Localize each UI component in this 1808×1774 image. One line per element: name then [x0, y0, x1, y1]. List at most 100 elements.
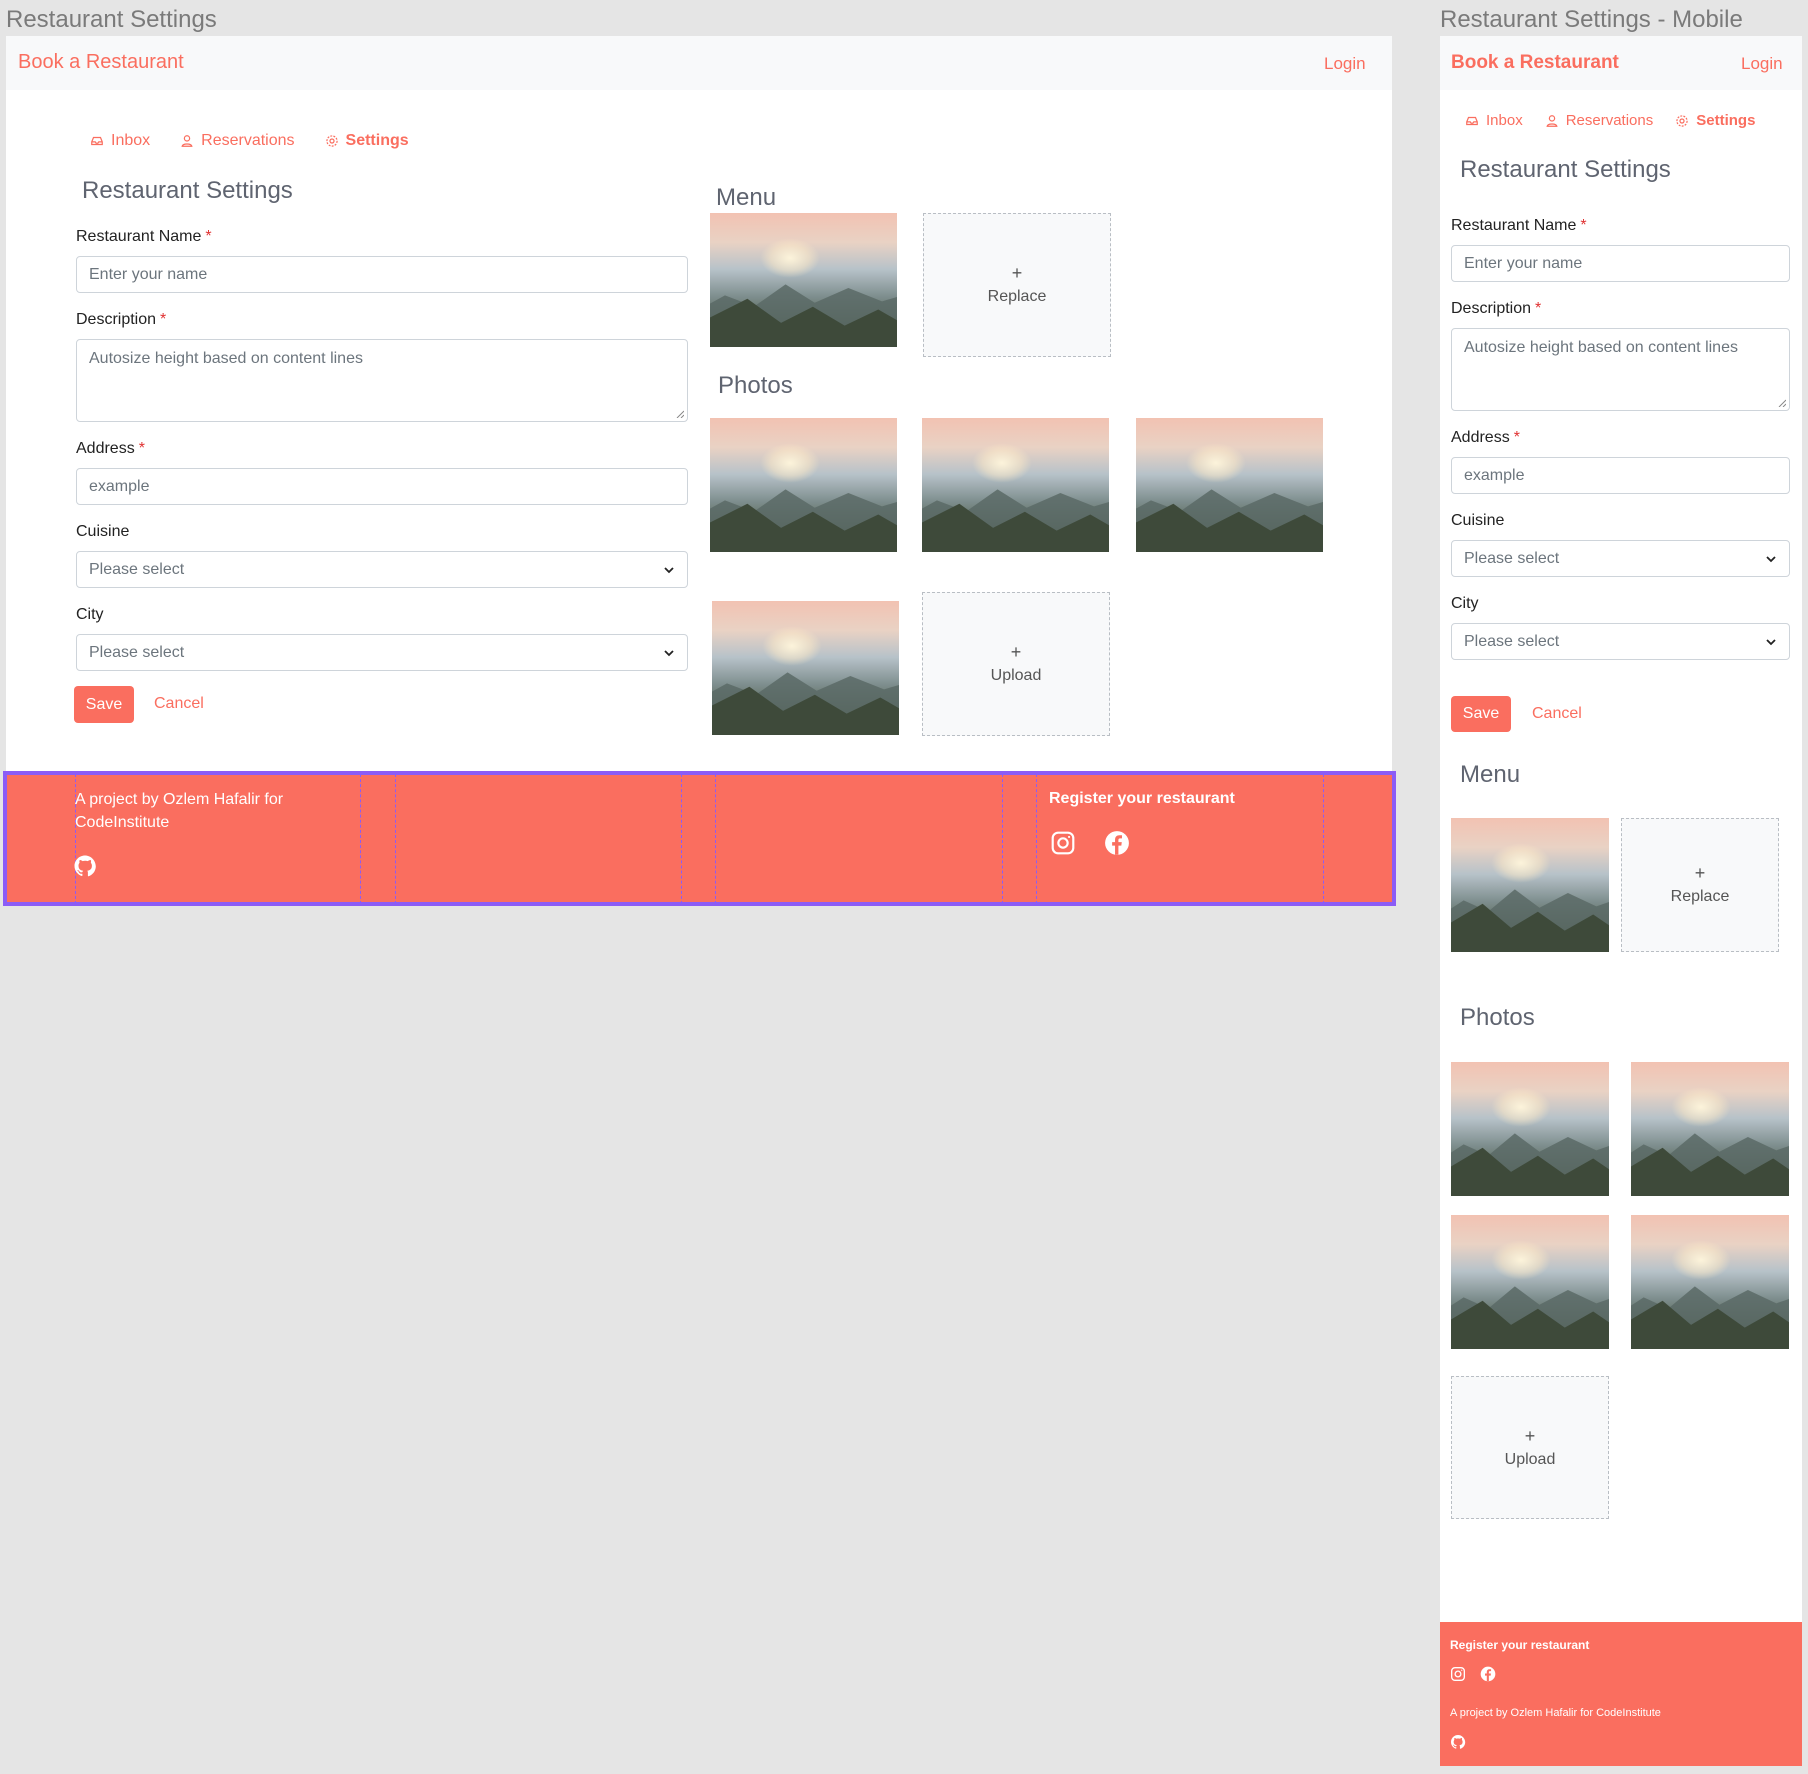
grid-guide — [1323, 774, 1324, 904]
cuisine-select[interactable]: Please select — [76, 551, 688, 588]
tab-settings[interactable]: Settings — [325, 132, 409, 150]
mobile-footer-project-text: A project by Ozlem Hafalir for CodeInsti… — [1450, 1707, 1661, 1719]
mobile-replace-label: Replace — [1670, 888, 1730, 905]
menu-image[interactable] — [710, 213, 897, 347]
desktop-frame: Book a Restaurant Login Inbox Reservatio… — [6, 36, 1392, 904]
description-placeholder: Autosize height based on content lines — [89, 350, 363, 367]
mobile-address-input[interactable]: example — [1451, 457, 1790, 494]
mobile-address-label: Address * — [1451, 429, 1520, 447]
mobile-cuisine-select[interactable]: Please select — [1451, 540, 1790, 577]
required-mark: * — [1535, 300, 1542, 317]
brand-link[interactable]: Book a Restaurant — [18, 51, 184, 74]
required-mark: * — [160, 311, 167, 328]
user-icon — [181, 135, 193, 147]
register-restaurant-link[interactable]: Register your restaurant — [1049, 790, 1235, 808]
mobile-tab-inbox[interactable]: Inbox — [1465, 112, 1523, 129]
mobile-photo-thumbnail[interactable] — [1451, 1215, 1609, 1349]
facebook-icon[interactable] — [1480, 1666, 1496, 1682]
grid-guide — [395, 774, 396, 904]
tab-reservations[interactable]: Reservations — [180, 132, 295, 150]
photo-thumbnail[interactable] — [1136, 418, 1323, 552]
mobile-restaurant-name-label-text: Restaurant Name — [1451, 217, 1577, 234]
mobile-menu-image[interactable] — [1451, 818, 1609, 952]
mobile-photo-thumbnail[interactable] — [1631, 1215, 1789, 1349]
upload-label: Upload — [990, 667, 1042, 684]
instagram-icon[interactable] — [1450, 1666, 1466, 1682]
city-select-value: Please select — [89, 643, 185, 661]
address-input[interactable]: example — [76, 468, 688, 505]
mobile-save-button[interactable]: Save — [1451, 696, 1511, 732]
mobile-upload-photo-button[interactable]: + Upload — [1451, 1376, 1609, 1519]
mobile-tab-inbox-label: Inbox — [1486, 112, 1523, 129]
github-icon[interactable] — [1450, 1734, 1466, 1750]
plus-icon: + — [1011, 263, 1023, 283]
cuisine-select-value: Please select — [89, 560, 185, 578]
mobile-city-select[interactable]: Please select — [1451, 623, 1790, 660]
cuisine-label: Cuisine — [76, 523, 130, 540]
plus-icon: + — [1524, 1425, 1536, 1446]
mobile-photo-thumbnail[interactable] — [1631, 1062, 1789, 1196]
cancel-button[interactable]: Cancel — [154, 695, 204, 713]
mobile-cuisine-label: Cuisine — [1451, 512, 1505, 529]
mobile-cancel-button[interactable]: Cancel — [1532, 705, 1582, 723]
grid-guide — [1036, 774, 1037, 904]
plus-icon: + — [1010, 642, 1022, 662]
mobile-description-label-text: Description — [1451, 300, 1532, 317]
photo-thumbnail[interactable] — [922, 418, 1109, 552]
mobile-frame: Book a Restaurant Login Inbox Reservatio… — [1440, 36, 1802, 1766]
tab-reservations-label: Reservations — [201, 132, 295, 149]
login-link[interactable]: Login — [1324, 54, 1366, 74]
mobile-cuisine-select-value: Please select — [1464, 549, 1560, 567]
mobile-description-label: Description * — [1451, 300, 1541, 318]
footer-project-text: A project by Ozlem Hafalir for CodeInsti… — [75, 791, 284, 831]
photos-title: Photos — [718, 372, 793, 399]
resize-handle-icon[interactable] — [1778, 399, 1786, 407]
navbar: Book a Restaurant Login — [6, 36, 1392, 90]
github-icon[interactable] — [73, 854, 97, 878]
facebook-icon[interactable] — [1104, 830, 1130, 856]
grid-guide — [681, 774, 682, 904]
mobile-description-textarea[interactable]: Autosize height based on content lines — [1451, 328, 1790, 411]
mobile-restaurant-name-label: Restaurant Name * — [1451, 217, 1587, 235]
mobile-tab-settings-label: Settings — [1696, 112, 1756, 129]
grid-guide — [715, 774, 716, 904]
photo-thumbnail[interactable] — [712, 601, 899, 735]
chevron-down-icon — [664, 650, 674, 657]
photo-thumbnail[interactable] — [710, 418, 897, 552]
chevron-down-icon — [1766, 639, 1776, 646]
city-select[interactable]: Please select — [76, 634, 688, 671]
mobile-city-label: City — [1451, 595, 1479, 612]
mobile-address-placeholder: example — [1464, 466, 1525, 484]
tab-inbox[interactable]: Inbox — [90, 132, 150, 150]
mobile-tab-reservations[interactable]: Reservations — [1545, 112, 1654, 129]
resize-handle-icon[interactable] — [676, 410, 684, 418]
chevron-down-icon — [1766, 556, 1776, 563]
upload-photo-button[interactable]: + Upload — [922, 592, 1110, 736]
mobile-tab-settings[interactable]: Settings — [1675, 112, 1755, 129]
gear-icon — [1676, 114, 1688, 127]
mobile-brand-link[interactable]: Book a Restaurant — [1451, 52, 1619, 74]
inbox-icon — [91, 136, 103, 146]
user-icon — [1546, 114, 1558, 127]
replace-menu-button[interactable]: + Replace — [923, 213, 1111, 357]
mobile-replace-menu-button[interactable]: + Replace — [1621, 818, 1779, 952]
restaurant-name-input[interactable]: Enter your name — [76, 256, 688, 293]
mobile-photo-thumbnail[interactable] — [1451, 1062, 1609, 1196]
description-textarea[interactable]: Autosize height based on content lines — [76, 339, 688, 422]
mobile-restaurant-name-input[interactable]: Enter your name — [1451, 245, 1790, 282]
mobile-login-link[interactable]: Login — [1741, 54, 1783, 74]
mobile-register-restaurant-link[interactable]: Register your restaurant — [1450, 1638, 1589, 1652]
restaurant-name-label: Restaurant Name * — [76, 228, 212, 246]
restaurant-name-label-text: Restaurant Name — [76, 228, 202, 245]
required-mark: * — [205, 228, 212, 245]
address-label: Address * — [76, 440, 145, 458]
instagram-icon[interactable] — [1050, 830, 1076, 856]
save-button[interactable]: Save — [74, 686, 134, 723]
mobile-restaurant-name-placeholder: Enter your name — [1464, 254, 1583, 272]
mobile-tab-reservations-label: Reservations — [1565, 112, 1654, 129]
plus-icon: + — [1694, 863, 1706, 883]
tab-bar: Inbox Reservations Settings — [90, 132, 409, 150]
mobile-upload-label: Upload — [1504, 1450, 1556, 1468]
mobile-navbar: Book a Restaurant Login — [1440, 36, 1802, 90]
restaurant-name-placeholder: Enter your name — [89, 265, 208, 283]
